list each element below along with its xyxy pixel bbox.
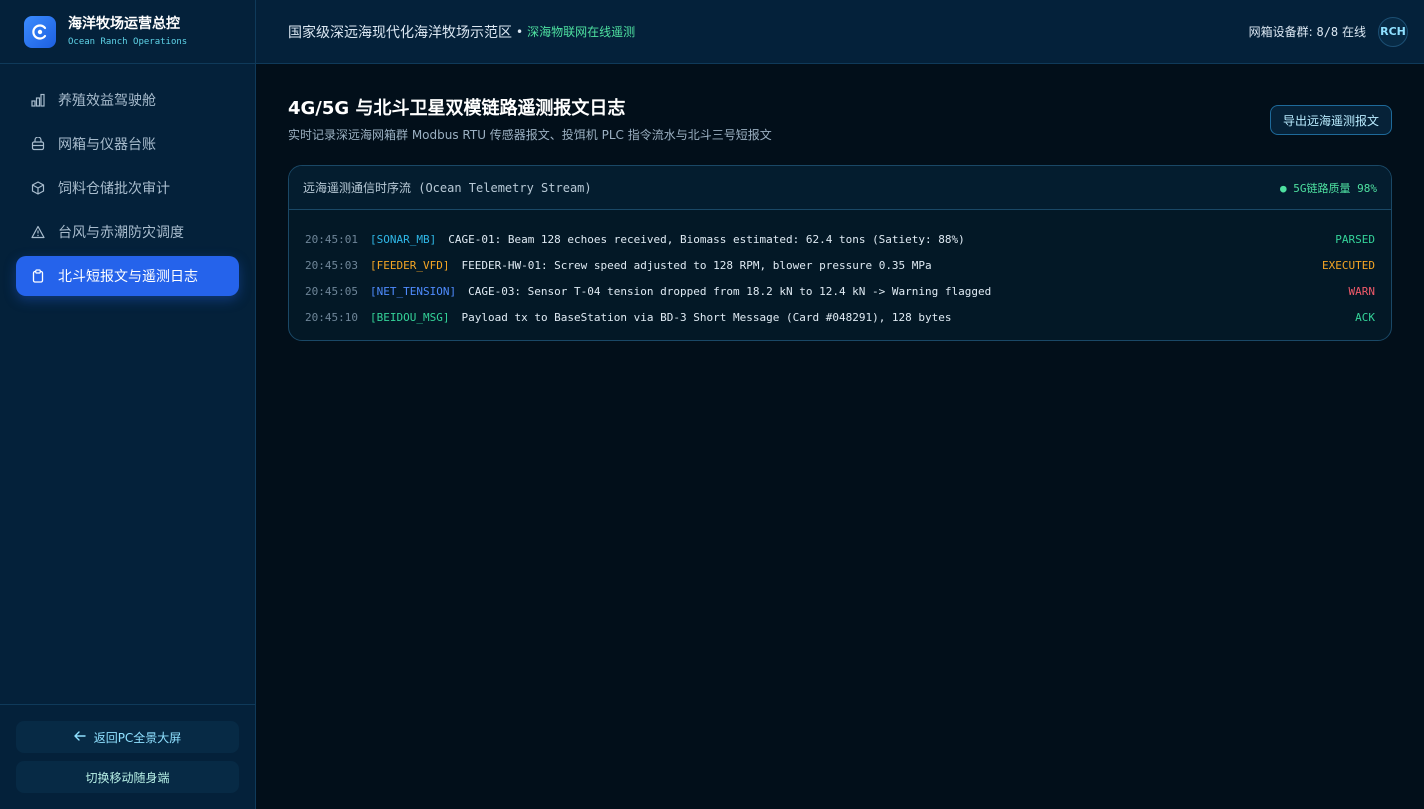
sidebar-item-label: 网箱与仪器台账 bbox=[58, 137, 156, 153]
log-status: EXECUTED bbox=[1322, 258, 1375, 272]
header-title: 国家级深远海现代化海洋牧场示范区 bbox=[288, 24, 512, 41]
log-row: 20:45:01 [SONAR_MB] CAGE-01: Beam 128 ec… bbox=[305, 226, 1375, 252]
log-row: 20:45:10 [BEIDOU_MSG] Payload tx to Base… bbox=[305, 304, 1375, 330]
switch-mobile-button[interactable]: 切换移动随身端 bbox=[16, 761, 239, 793]
sidebar: 海洋牧场运营总控 Ocean Ranch Operations 养殖效益驾驶舱 … bbox=[0, 0, 256, 809]
back-to-pc-button[interactable]: 返回PC全景大屏 bbox=[16, 721, 239, 753]
sidebar-item-label: 台风与赤潮防灾调度 bbox=[58, 225, 184, 241]
avatar[interactable]: RCH bbox=[1378, 16, 1408, 47]
sidebar-item-telemetry-log[interactable]: 北斗短报文与遥测日志 bbox=[16, 256, 239, 296]
clipboard-icon bbox=[30, 268, 46, 284]
log-tag: [BEIDOU_MSG] bbox=[369, 310, 450, 324]
brand-title: 海洋牧场运营总控 bbox=[68, 15, 180, 32]
sidebar-item-dashboard[interactable]: 养殖效益驾驶舱 bbox=[16, 80, 239, 120]
arrow-left-icon bbox=[73, 730, 86, 745]
header-status: 深海物联网在线遥测 bbox=[527, 25, 636, 39]
log-message: FEEDER-HW-01: Screw speed adjusted to 12… bbox=[461, 258, 932, 272]
log-status: PARSED bbox=[1335, 232, 1375, 246]
log-time: 20:45:10 bbox=[305, 310, 358, 324]
sidebar-item-label: 养殖效益驾驶舱 bbox=[58, 93, 156, 109]
back-to-pc-label: 返回PC全景大屏 bbox=[93, 730, 182, 745]
sidebar-item-label: 北斗短报文与遥测日志 bbox=[58, 269, 198, 285]
bar-chart-icon bbox=[30, 92, 46, 108]
log-row: 20:45:05 [NET_TENSION] CAGE-03: Sensor T… bbox=[305, 278, 1375, 304]
sidebar-item-label: 饲料仓储批次审计 bbox=[58, 181, 170, 197]
export-button[interactable]: 导出远海遥测报文 bbox=[1269, 105, 1392, 135]
header-separator: • bbox=[516, 24, 524, 39]
top-header: 国家级深远海现代化海洋牧场示范区 • 深海物联网在线遥测 网箱设备群: 8/8 … bbox=[256, 0, 1424, 64]
log-list: 20:45:01 [SONAR_MB] CAGE-01: Beam 128 ec… bbox=[289, 210, 1391, 340]
archive-icon bbox=[30, 136, 46, 152]
sidebar-item-disaster[interactable]: 台风与赤潮防灾调度 bbox=[16, 212, 239, 252]
log-time: 20:45:05 bbox=[305, 284, 358, 298]
main-content: 4G/5G 与北斗卫星双模链路遥测报文日志 实时记录深远海网箱群 Modbus … bbox=[288, 96, 1392, 341]
sidebar-footer: 返回PC全景大屏 切换移动随身端 bbox=[0, 704, 255, 809]
brand-subtitle: Ocean Ranch Operations bbox=[68, 36, 188, 47]
log-status: WARN bbox=[1348, 284, 1376, 298]
log-time: 20:45:03 bbox=[305, 258, 358, 272]
panel-title: 远海遥测通信时序流 (Ocean Telemetry Stream) bbox=[303, 181, 592, 195]
log-status: ACK bbox=[1355, 310, 1375, 324]
log-time: 20:45:01 bbox=[305, 232, 358, 246]
log-message: CAGE-01: Beam 128 echoes received, Bioma… bbox=[448, 232, 965, 246]
device-status: 网箱设备群: 8/8 在线 bbox=[1249, 23, 1366, 40]
log-message: CAGE-03: Sensor T-04 tension dropped fro… bbox=[468, 284, 992, 298]
log-row: 20:45:03 [FEEDER_VFD] FEEDER-HW-01: Scre… bbox=[305, 252, 1375, 278]
box-icon bbox=[30, 180, 46, 196]
device-label: 网箱设备群: bbox=[1248, 25, 1313, 39]
sidebar-nav: 养殖效益驾驶舱 网箱与仪器台账 饲料仓储批次审计 台风与赤潮防灾调度 北斗短报文… bbox=[0, 64, 255, 296]
panel-header: 远海遥测通信时序流 (Ocean Telemetry Stream) ● 5G链… bbox=[289, 166, 1391, 210]
warning-icon bbox=[30, 224, 46, 240]
sidebar-item-cages[interactable]: 网箱与仪器台账 bbox=[16, 124, 239, 164]
log-message: Payload tx to BaseStation via BD-3 Short… bbox=[461, 310, 952, 324]
wave-logo-icon bbox=[24, 15, 56, 48]
telemetry-stream-panel: 远海遥测通信时序流 (Ocean Telemetry Stream) ● 5G链… bbox=[288, 165, 1392, 341]
page-subtitle: 实时记录深远海网箱群 Modbus RTU 传感器报文、投饵机 PLC 指令流水… bbox=[288, 128, 772, 142]
log-tag: [NET_TENSION] bbox=[369, 284, 457, 298]
page-title: 4G/5G 与北斗卫星双模链路遥测报文日志 bbox=[288, 98, 626, 119]
device-count: 8/8 bbox=[1316, 25, 1339, 39]
brand: 海洋牧场运营总控 Ocean Ranch Operations bbox=[0, 0, 255, 64]
log-tag: [FEEDER_VFD] bbox=[369, 258, 450, 272]
sidebar-item-feed-audit[interactable]: 饲料仓储批次审计 bbox=[16, 168, 239, 208]
log-tag: [SONAR_MB] bbox=[369, 232, 437, 246]
switch-mobile-label: 切换移动随身端 bbox=[85, 770, 170, 785]
link-quality-badge: ● 5G链路质量 98% bbox=[1280, 181, 1377, 195]
device-suffix: 在线 bbox=[1341, 25, 1366, 39]
